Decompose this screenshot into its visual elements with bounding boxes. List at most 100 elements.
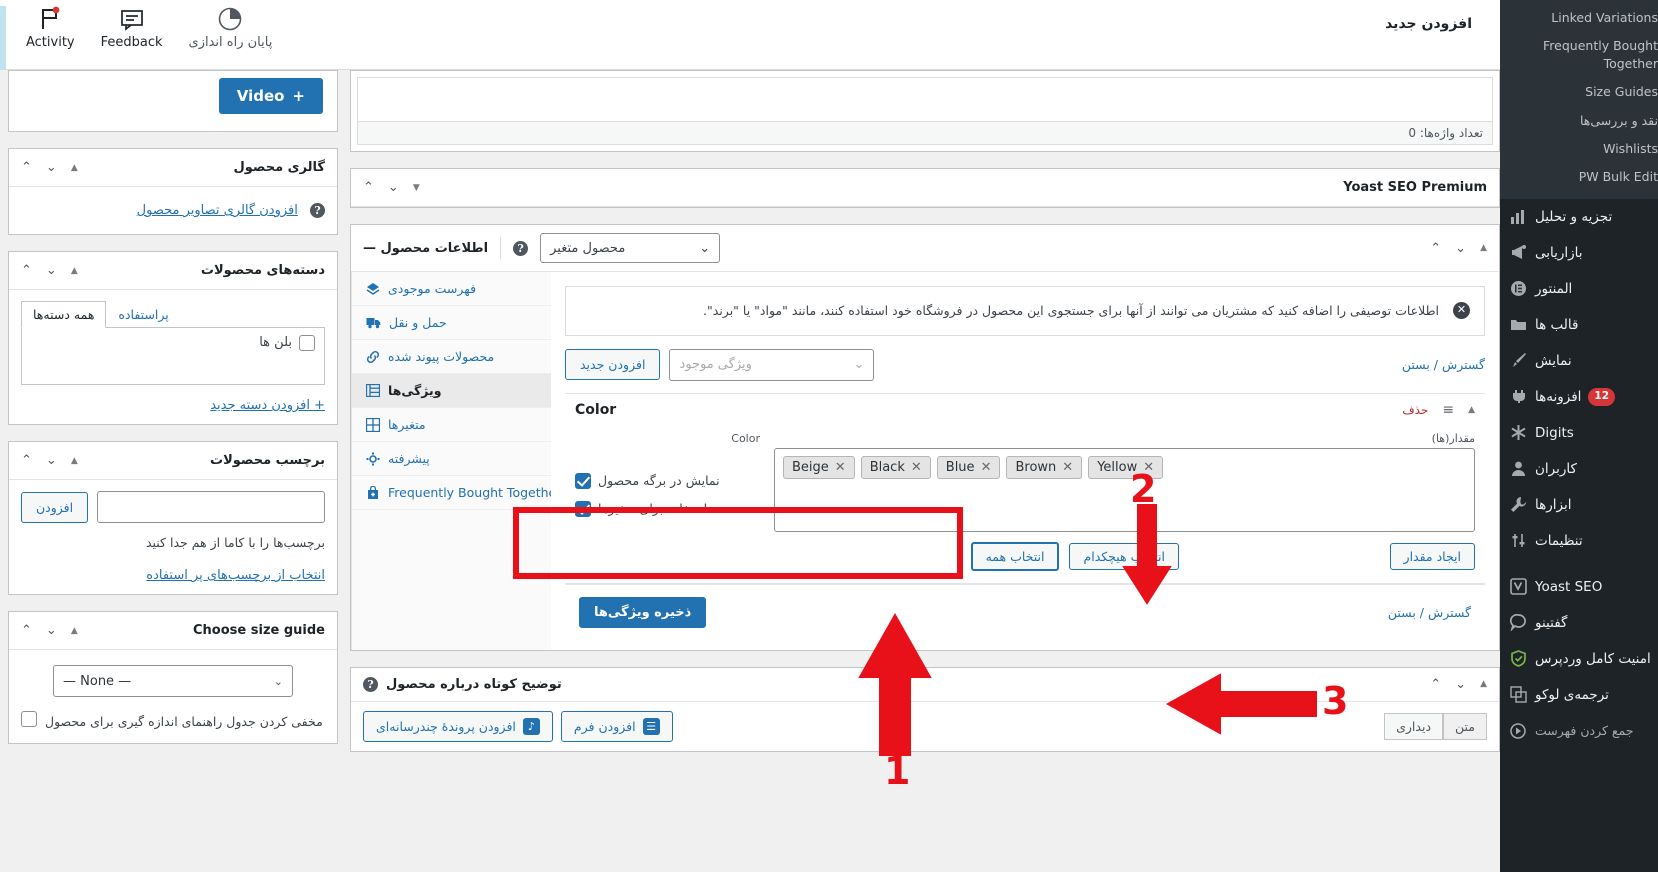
sidebar-item-yoast-seo[interactable]: Yoast SEO: [1500, 569, 1658, 605]
visible-on-product-page-row[interactable]: نمایش در برگه محصول: [575, 472, 760, 489]
attribute-value-chip[interactable]: Brown ✕: [1006, 455, 1083, 479]
hide-size-guide-checkbox[interactable]: [21, 711, 37, 727]
sidebar-item-plugins[interactable]: 12 افزونه‌ها: [1500, 379, 1658, 415]
feedback-button[interactable]: Feedback: [101, 6, 163, 50]
attribute-values-box[interactable]: Yellow ✕ Brown ✕ Blue ✕ Black ✕ Beige ✕: [774, 447, 1475, 532]
sidebar-item-elementor[interactable]: المنتور: [1500, 271, 1658, 307]
existing-attribute-select[interactable]: ⌄ ویژگی موجود: [669, 348, 875, 381]
collapse-triangle-icon[interactable]: ▼: [413, 183, 420, 193]
move-down-icon[interactable]: ⌄: [46, 160, 57, 175]
remove-chip-icon[interactable]: ✕: [911, 460, 922, 475]
choose-popular-tags-link[interactable]: انتخاب از برچسب‌های پر استفاده: [146, 568, 325, 583]
finish-setup-button[interactable]: پایان راه اندازی: [189, 6, 272, 50]
move-up-icon[interactable]: ⌃: [363, 180, 374, 195]
attribute-value-chip[interactable]: Beige ✕: [783, 455, 855, 479]
move-down-icon[interactable]: ⌄: [46, 623, 57, 638]
editor-textarea[interactable]: [358, 78, 1492, 122]
tab-inventory[interactable]: فهرست موجودی: [352, 272, 551, 306]
add-form-button[interactable]: ☰ افزودن فرم: [560, 710, 673, 742]
visible-on-product-page-checkbox[interactable]: [575, 472, 591, 489]
submenu-item-linked-variations[interactable]: Linked Variations: [1500, 4, 1658, 32]
tag-input[interactable]: [97, 491, 325, 523]
collapse-triangle-icon[interactable]: ▲: [1480, 679, 1487, 689]
create-value-button[interactable]: ایجاد مقدار: [1389, 542, 1475, 570]
attribute-value-chip[interactable]: Black ✕: [860, 455, 931, 479]
video-button[interactable]: Video +: [218, 78, 323, 114]
move-up-icon[interactable]: ⌃: [1430, 241, 1441, 256]
sidebar-item-wp-security[interactable]: امنیت کامل وردپرس: [1500, 641, 1658, 677]
sidebar-item-users[interactable]: کاربران: [1500, 451, 1658, 487]
move-down-icon[interactable]: ⌄: [1455, 677, 1466, 692]
add-new-attribute-button[interactable]: افزودن جدید: [565, 349, 661, 381]
tab-frequently-bought-together[interactable]: Frequently Bought Together: [352, 476, 551, 510]
move-up-icon[interactable]: ⌃: [21, 453, 32, 468]
help-icon[interactable]: ?: [513, 240, 529, 256]
help-icon[interactable]: ?: [363, 676, 378, 692]
add-media-button[interactable]: ♪ افزودن پروندهٔ چندرسانه‌ای: [363, 710, 553, 742]
move-up-icon[interactable]: ⌃: [21, 623, 32, 638]
add-tag-button[interactable]: افزودن: [21, 491, 89, 523]
select-all-button[interactable]: انتخاب همه: [970, 541, 1060, 571]
move-down-icon[interactable]: ⌄: [1455, 241, 1466, 256]
expand-collapse-link-footer[interactable]: گسترش / بستن: [1388, 605, 1471, 620]
size-guide-select[interactable]: ⌄ — None —: [53, 665, 293, 697]
move-up-icon[interactable]: ⌃: [1430, 677, 1441, 692]
submenu-item-size-guides[interactable]: Size Guides: [1500, 78, 1658, 106]
add-new-category-link[interactable]: + افزودن دسته جدید: [210, 398, 325, 413]
collapse-triangle-icon[interactable]: ▲: [71, 456, 78, 466]
tab-shipping[interactable]: حمل و نقل: [352, 306, 551, 340]
sidebar-item-collapse-menu[interactable]: جمع کردن فهرست: [1500, 713, 1658, 749]
move-up-icon[interactable]: ⌃: [21, 263, 32, 278]
attribute-value-chip[interactable]: Blue ✕: [936, 455, 1001, 479]
close-icon[interactable]: ✕: [1453, 302, 1470, 319]
collapse-triangle-icon[interactable]: ▲: [71, 266, 78, 276]
drag-handle-icon[interactable]: ≡: [1442, 402, 1454, 418]
save-attributes-button[interactable]: ذخیره ویژگی‌ها: [579, 596, 707, 628]
sidebar-item-digits[interactable]: Digits: [1500, 415, 1658, 451]
move-down-icon[interactable]: ⌄: [46, 263, 57, 278]
sidebar-item-tools[interactable]: ابزارها: [1500, 487, 1658, 523]
collapse-triangle-icon[interactable]: ▲: [71, 163, 78, 173]
tab-advanced[interactable]: پیشرفته: [352, 442, 551, 476]
tab-attributes[interactable]: ویژگی‌ها: [352, 374, 551, 408]
sidebar-item-templates[interactable]: قالب ها: [1500, 307, 1658, 343]
sidebar-item-settings[interactable]: تنظیمات: [1500, 523, 1658, 559]
tab-visual-mode[interactable]: دیداری: [1384, 712, 1444, 740]
collapse-triangle-icon[interactable]: ▲: [1480, 243, 1487, 253]
submenu-item-wishlists[interactable]: Wishlists: [1500, 135, 1658, 163]
attribute-value-chip[interactable]: Yellow ✕: [1088, 455, 1164, 479]
tab-variations[interactable]: متغیرها: [352, 408, 551, 442]
sidebar-item-analytics[interactable]: تجزیه و تحلیل: [1500, 199, 1658, 235]
use-for-variations-row[interactable]: استفاده برای متغیرها: [575, 500, 760, 517]
remove-chip-icon[interactable]: ✕: [1143, 460, 1154, 475]
tab-all-categories[interactable]: همه دسته‌ها: [21, 301, 107, 328]
sidebar-item-loco-translate[interactable]: ترجمه‌ی لوکو: [1500, 677, 1658, 713]
tab-text-mode[interactable]: متن: [1443, 712, 1487, 740]
remove-chip-icon[interactable]: ✕: [835, 460, 846, 475]
sidebar-item-display[interactable]: نمایش: [1500, 343, 1658, 379]
sidebar-item-marketing[interactable]: بازاریابی: [1500, 235, 1658, 271]
move-up-icon[interactable]: ⌃: [21, 160, 32, 175]
sidebar-item-goftino[interactable]: گفتینو: [1500, 605, 1658, 641]
select-none-button[interactable]: انتخاب هیچکدام: [1069, 542, 1179, 570]
category-checkbox[interactable]: [299, 335, 315, 351]
tab-most-used-categories[interactable]: پراستفاده: [106, 301, 180, 327]
move-down-icon[interactable]: ⌄: [46, 453, 57, 468]
remove-attribute-link[interactable]: حذف: [1402, 403, 1428, 417]
help-icon[interactable]: ?: [310, 203, 325, 218]
activity-button[interactable]: Activity: [26, 6, 75, 50]
submenu-item-frequently-bought-together[interactable]: Frequently Bought Together: [1500, 32, 1658, 78]
add-product-gallery-link[interactable]: افزودن گالری تصاویر محصول: [137, 203, 298, 218]
collapse-triangle-icon[interactable]: ▲: [1468, 405, 1475, 415]
expand-collapse-link[interactable]: گسترش / بستن: [1402, 357, 1485, 372]
category-checklist[interactable]: بلن ها: [21, 327, 325, 385]
use-for-variations-checkbox[interactable]: [575, 500, 591, 517]
collapse-triangle-icon[interactable]: ▲: [71, 626, 78, 636]
move-down-icon[interactable]: ⌄: [388, 180, 399, 195]
remove-chip-icon[interactable]: ✕: [981, 460, 992, 475]
remove-chip-icon[interactable]: ✕: [1062, 460, 1073, 475]
product-type-select[interactable]: ⌄ محصول متغیر: [540, 233, 721, 263]
submenu-item-reviews[interactable]: نقد و بررسی‌ها: [1500, 107, 1658, 135]
tab-linked-products[interactable]: محصولات پیوند شده: [352, 340, 551, 374]
submenu-item-pw-bulk-edit[interactable]: PW Bulk Edit: [1500, 163, 1658, 191]
